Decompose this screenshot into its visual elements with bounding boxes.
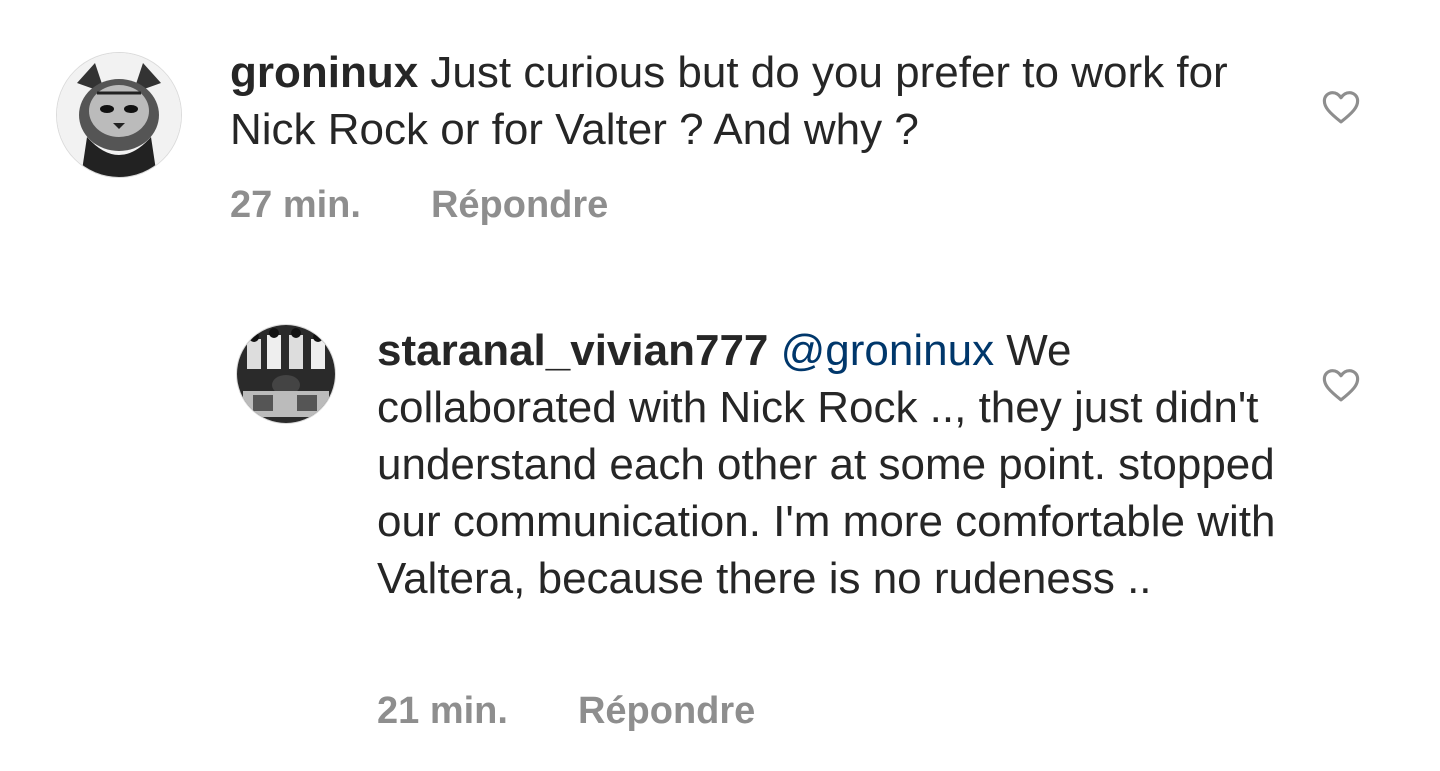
group-photo-avatar-icon — [237, 325, 335, 423]
like-button[interactable] — [1320, 364, 1362, 406]
like-button[interactable] — [1320, 86, 1362, 128]
cat-portrait-avatar-icon — [57, 53, 181, 177]
comment-meta: 21 min. Répondre — [377, 689, 755, 733]
reply-button[interactable]: Répondre — [431, 183, 608, 227]
comment-timestamp: 21 min. — [377, 690, 508, 732]
comment-timestamp: 27 min. — [230, 184, 361, 226]
comment-text: groninux Just curious but do you prefer … — [230, 44, 1290, 158]
mention-link[interactable]: @groninux — [781, 326, 994, 375]
avatar[interactable] — [236, 324, 336, 424]
comment-username[interactable]: staranal_vivian777 — [377, 326, 768, 375]
comment-meta: 27 min. Répondre — [230, 183, 608, 227]
reply-button[interactable]: Répondre — [578, 689, 755, 733]
comment-text: staranal_vivian777 @groninux We collabor… — [377, 322, 1277, 607]
heart-outline-icon — [1322, 91, 1360, 124]
heart-outline-icon — [1322, 369, 1360, 402]
comment-username[interactable]: groninux — [230, 48, 418, 97]
avatar[interactable] — [56, 52, 182, 178]
